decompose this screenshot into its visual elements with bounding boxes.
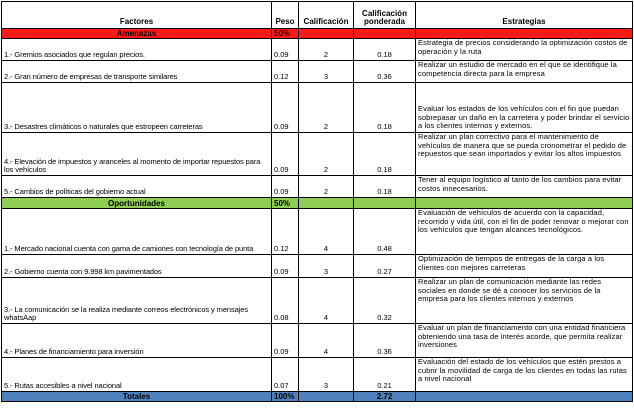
estrategia-cell: Evaluación de vehículos de acuerdo con l… [415,208,633,255]
peso-cell: 0.09 [271,132,299,176]
ponderada-cell: 0.36 [353,323,416,358]
ponderada-cell: 0.27 [353,254,416,278]
peso-cell: 0.12 [271,208,299,255]
ponderada-cell: 0.21 [353,357,416,392]
efe-matrix-table: Factores Peso Calificación Calificación … [1,1,633,402]
totals-peso: 100% [271,391,299,402]
section-oportunidades-title: Oportunidades [1,197,272,209]
factor-cell: 1.- Mercado nacional cuenta con gama de … [1,208,272,255]
table-row: 2.- Gobierno cuenta con 9.998 km pavimen… [1,254,633,278]
estrategia-cell: Optimización de tiempos de entregas de l… [415,254,633,278]
estrategia-cell: Evaluación del estado de los vehículos q… [415,357,633,392]
peso-cell: 0.07 [271,357,299,392]
header-row: Factores Peso Calificación Calificación … [1,1,633,29]
header-peso: Peso [271,1,299,29]
section-amenazas-title: Amenazas [1,28,272,39]
factor-cell: 5.- Cambios de políticas del gobierno ac… [1,175,272,198]
calificacion-cell: 4 [298,277,354,324]
peso-cell: 0.09 [271,254,299,278]
peso-cell: 0.09 [271,323,299,358]
table-row: 2.- Gran número de empresas de transport… [1,60,633,83]
calificacion-cell: 2 [298,82,354,133]
section-oportunidades: Oportunidades 50% [1,197,633,209]
estrategia-cell: Realizar un estudio de mercado en el que… [415,60,633,83]
header-calificacion: Calificación [298,1,354,29]
factor-cell: 2.- Gobierno cuenta con 9.998 km pavimen… [1,254,272,278]
factor-cell: 4.- Planes de financiamiento para invers… [1,323,272,358]
header-estrategias: Estrategias [415,1,633,29]
table-row: 3.- Desastres climáticos o naturales que… [1,82,633,133]
table-row: 1.- Gremios asociados que regulan precio… [1,38,633,61]
factor-cell: 3.- La comunicación se la realiza median… [1,277,272,324]
table-row: 3.- La comunicación se la realiza median… [1,277,633,324]
totals-ponderada: 2.72 [353,391,416,402]
header-calificacion-ponderada: Calificación ponderada [353,1,416,29]
factor-cell: 2.- Gran número de empresas de transport… [1,60,272,83]
ponderada-cell: 0.32 [353,277,416,324]
estrategia-cell: Realizar un plan correctivo para el mant… [415,132,633,176]
calificacion-cell: 3 [298,357,354,392]
peso-cell: 0.09 [271,38,299,61]
estrategia-cell: Evaluar un plan de financiamento con una… [415,323,633,358]
table-row: 1.- Mercado nacional cuenta con gama de … [1,208,633,255]
peso-cell: 0.09 [271,175,299,198]
factor-cell: 3.- Desastres climáticos o naturales que… [1,82,272,133]
ponderada-cell: 0.18 [353,175,416,198]
ponderada-cell: 0.36 [353,60,416,83]
section-amenazas-peso: 50% [271,28,299,39]
calificacion-cell: 2 [298,38,354,61]
calificacion-cell: 3 [298,254,354,278]
estrategia-cell: Realizar un plan de comunicación mediant… [415,277,633,324]
header-factores: Factores [1,1,272,29]
estrategia-cell: Evaluar los estados de los vehículos con… [415,82,633,133]
totals-label: Totales [1,391,272,402]
calificacion-cell: 2 [298,132,354,176]
calificacion-cell: 4 [298,208,354,255]
table-row: 4.- Planes de financiamiento para invers… [1,323,633,358]
factor-cell: 1.- Gremios asociados que regulan precio… [1,38,272,61]
table-row: 5.- Cambios de políticas del gobierno ac… [1,175,633,198]
factor-cell: 5.- Rutas accesibles a nivel nacional [1,357,272,392]
section-oportunidades-peso: 50% [271,197,299,209]
peso-cell: 0.08 [271,277,299,324]
estrategia-cell: Tener al equipo logístico al tanto de lo… [415,175,633,198]
peso-cell: 0.09 [271,82,299,133]
calificacion-cell: 4 [298,323,354,358]
ponderada-cell: 0.18 [353,82,416,133]
section-amenazas: Amenazas 50% [1,28,633,39]
table-row: 4.- Elevación de impuestos y aranceles a… [1,132,633,176]
calificacion-cell: 3 [298,60,354,83]
ponderada-cell: 0.18 [353,132,416,176]
totals-row: Totales 100% 2.72 [1,391,633,402]
ponderada-cell: 0.18 [353,38,416,61]
estrategia-cell: Estrategia de precios considerando la op… [415,38,633,61]
table-row: 5.- Rutas accesibles a nivel nacional 0.… [1,357,633,392]
peso-cell: 0.12 [271,60,299,83]
factor-cell: 4.- Elevación de impuestos y aranceles a… [1,132,272,176]
calificacion-cell: 2 [298,175,354,198]
ponderada-cell: 0.48 [353,208,416,255]
